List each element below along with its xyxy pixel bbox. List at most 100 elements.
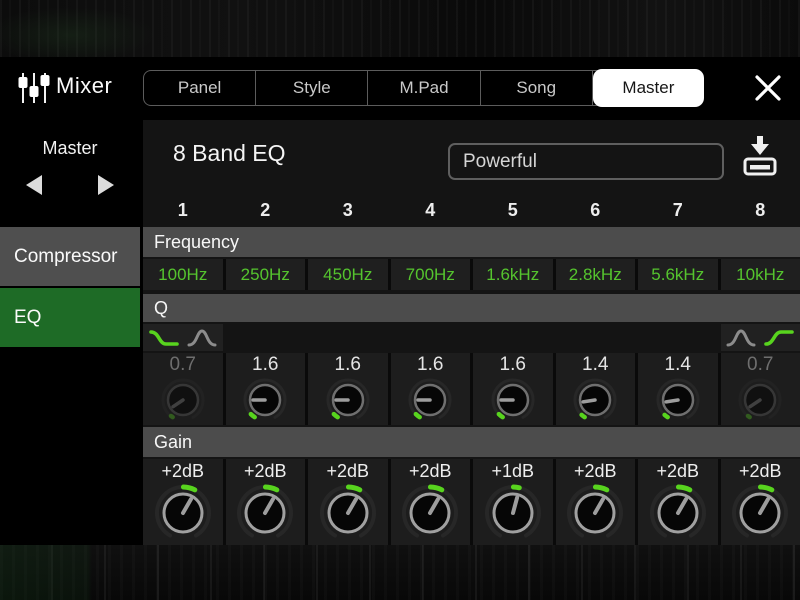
- q-knob[interactable]: [324, 376, 372, 424]
- gain-row-label: Gain: [154, 431, 193, 452]
- gain-knob[interactable]: [317, 482, 379, 544]
- q-value: 1.6: [499, 354, 526, 375]
- q-value: 1.6: [417, 354, 444, 375]
- frequency-value[interactable]: 700Hz: [390, 259, 470, 290]
- gain-value: +2dB: [243, 461, 287, 481]
- gain-value: +1dB: [491, 461, 535, 481]
- close-icon[interactable]: [754, 75, 782, 101]
- part-prev-arrow-icon[interactable]: [22, 173, 46, 197]
- q-knob[interactable]: [159, 376, 207, 424]
- q-cell: 1.6: [473, 353, 553, 425]
- q-value: 1.6: [252, 354, 279, 375]
- low-shelf-icon[interactable]: [148, 327, 179, 349]
- bottom-bezel-texture: [0, 545, 800, 600]
- filter-type-cell: [556, 324, 636, 351]
- filter-type-cell: [226, 324, 306, 351]
- top-bezel-texture: [0, 0, 800, 57]
- frequency-value[interactable]: 2.8kHz: [555, 259, 635, 290]
- band-number: 4: [425, 199, 436, 220]
- filter-type-cell[interactable]: [720, 324, 800, 351]
- filter-type-cell: [308, 324, 388, 351]
- gain-cell: +1dB: [473, 459, 553, 545]
- frequency-row-label: Frequency: [154, 231, 240, 252]
- preset-selector[interactable]: Powerful: [448, 143, 724, 180]
- gain-cell: +2dB: [225, 459, 305, 545]
- part-next-arrow-icon[interactable]: [94, 173, 118, 197]
- gain-value: +2dB: [408, 461, 452, 481]
- tab-style[interactable]: Style: [256, 71, 369, 105]
- frequency-value[interactable]: 100Hz: [143, 259, 223, 290]
- q-value: 1.4: [582, 354, 609, 375]
- gain-cell: +2dB: [555, 459, 635, 545]
- filter-type-cell: [391, 324, 471, 351]
- gain-knobs-row: +2dB +2dB +2dB +2dB +1dB +2dB +2dB +2dB: [143, 459, 800, 545]
- eq-panel: 8 Band EQ Powerful 1 2 3 4 5 6 7 8 Frequency 10…: [143, 120, 800, 545]
- filter-type-cell: [473, 324, 553, 351]
- gain-knob[interactable]: [564, 482, 626, 544]
- peak-icon[interactable]: [187, 327, 217, 349]
- part-selector-label: Master: [42, 138, 98, 158]
- gain-value: +2dB: [161, 461, 205, 481]
- gain-value: +2dB: [326, 461, 370, 481]
- q-knob[interactable]: [571, 376, 619, 424]
- q-knob[interactable]: [406, 376, 454, 424]
- q-row-header: Q: [143, 294, 800, 322]
- sidebar-item-compressor[interactable]: Compressor: [0, 227, 140, 286]
- band-number: 7: [672, 199, 683, 220]
- band-number: 2: [260, 199, 271, 220]
- q-row-label: Q: [154, 297, 169, 318]
- app-title: Mixer: [56, 73, 113, 98]
- gain-knob[interactable]: [399, 482, 461, 544]
- tab-panel[interactable]: Panel: [144, 71, 257, 105]
- q-value: 0.7: [747, 354, 774, 375]
- frequency-value[interactable]: 10kHz: [720, 259, 800, 290]
- frequency-value[interactable]: 1.6kHz: [473, 259, 553, 290]
- band-numbers-row: 1 2 3 4 5 6 7 8: [143, 196, 800, 224]
- gain-cell: +2dB: [308, 459, 388, 545]
- gain-knob[interactable]: [647, 482, 709, 544]
- q-cell: 1.6: [225, 353, 305, 425]
- q-cell: 0.7: [143, 353, 223, 425]
- q-knob[interactable]: [241, 376, 289, 424]
- save-icon[interactable]: [742, 136, 778, 180]
- frequency-value[interactable]: 450Hz: [308, 259, 388, 290]
- gain-value: +2dB: [573, 461, 617, 481]
- q-cell: 0.7: [720, 353, 800, 425]
- sidebar-item-eq[interactable]: EQ: [0, 288, 140, 347]
- filter-type-row: [143, 324, 800, 351]
- gain-row-header: Gain: [143, 427, 800, 457]
- gain-knob[interactable]: [152, 482, 214, 544]
- sidebar-items: Compressor EQ: [0, 227, 140, 349]
- gain-knob[interactable]: [729, 482, 791, 544]
- tab-master[interactable]: Master: [592, 69, 705, 107]
- frequency-value[interactable]: 250Hz: [225, 259, 305, 290]
- band-number: 5: [507, 199, 518, 220]
- tab-mpad[interactable]: M.Pad: [368, 71, 481, 105]
- q-knob[interactable]: [736, 376, 784, 424]
- band-number: 6: [590, 199, 601, 220]
- q-knob[interactable]: [489, 376, 537, 424]
- title-bar: Mixer Panel Style M.Pad Song Master: [0, 57, 800, 118]
- preset-value: Powerful: [463, 150, 537, 172]
- band-number: 3: [342, 199, 353, 220]
- band-number: 8: [755, 199, 766, 220]
- filter-type-cell[interactable]: [143, 324, 223, 351]
- gain-knob[interactable]: [234, 482, 296, 544]
- filter-type-cell: [638, 324, 718, 351]
- high-shelf-icon[interactable]: [764, 327, 795, 349]
- q-cell: 1.6: [308, 353, 388, 425]
- page-title: 8 Band EQ: [173, 140, 286, 166]
- gain-knob[interactable]: [482, 482, 544, 544]
- gain-value: +2dB: [656, 461, 700, 481]
- band-number: 1: [177, 199, 188, 220]
- q-cell: 1.6: [390, 353, 470, 425]
- peak-icon[interactable]: [726, 327, 756, 349]
- gain-value: +2dB: [738, 461, 782, 481]
- tab-bar: Panel Style M.Pad Song Master: [143, 69, 705, 107]
- frequency-values-row: 100Hz 250Hz 450Hz 700Hz 1.6kHz 2.8kHz 5.6kHz 10…: [143, 259, 800, 290]
- q-value: 1.6: [334, 354, 361, 375]
- frequency-value[interactable]: 5.6kHz: [638, 259, 718, 290]
- q-knob[interactable]: [654, 376, 702, 424]
- gain-cell: +2dB: [143, 459, 223, 545]
- tab-song[interactable]: Song: [481, 71, 593, 105]
